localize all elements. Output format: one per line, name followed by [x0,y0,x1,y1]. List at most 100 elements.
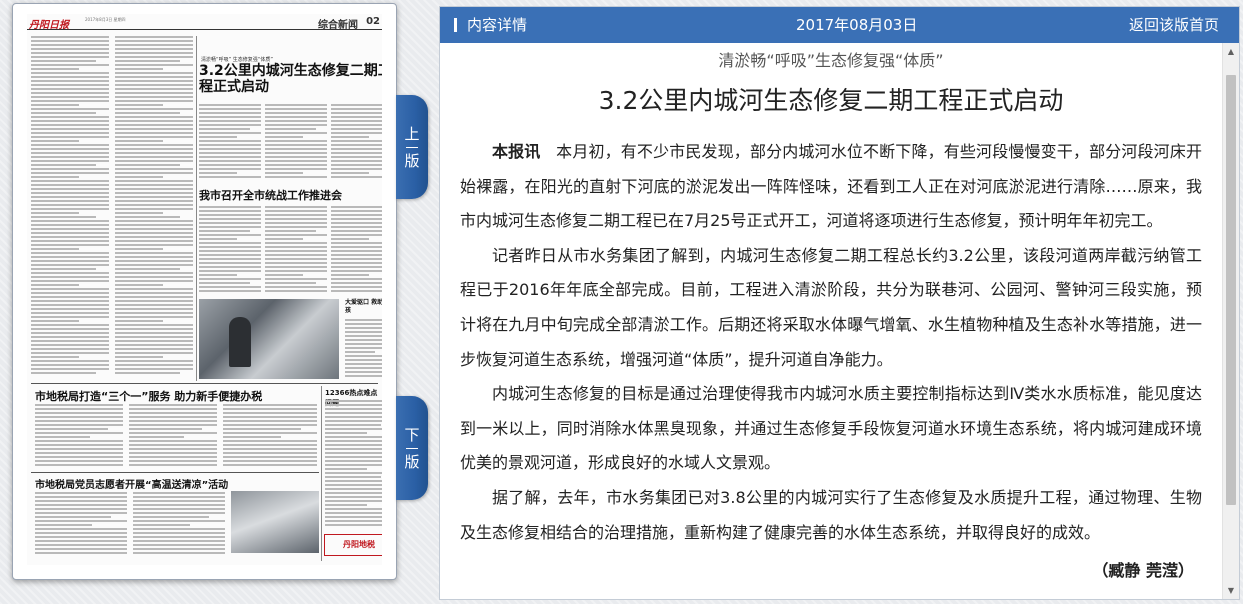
newspaper-text-line [199,218,261,220]
newspaper-text-line [31,80,109,82]
newspaper-text-line [223,464,317,466]
newspaper-text-line [133,528,225,530]
newspaper-text-line [31,232,109,234]
newspaper-headline[interactable]: 3.2公里内城河生态修复二期工程正式启动 [199,63,382,95]
newspaper-text-line [31,104,80,106]
issue-date: 2017年08月03日 [796,16,918,34]
newspaper-text-line [265,286,327,288]
newspaper-text-line [129,404,217,406]
newspaper-text-line [31,240,109,242]
header-bar-icon [454,18,457,32]
newspaper-text-line [115,80,193,82]
newspaper-text-line [31,164,96,166]
newspaper-text-line [331,206,382,208]
newspaper-text-line [331,226,382,228]
newspaper-text-line [115,320,164,322]
newspaper-text-line [31,244,109,246]
newspaper-text-line [133,552,225,554]
newspaper-text-line [115,248,164,250]
newspaper-text-line [129,452,217,454]
newspaper-text-line [115,360,193,362]
newspaper-text-line [325,448,382,450]
newspaper-text-line [31,316,109,318]
newspaper-text-line [31,196,109,198]
newspaper-text-line [129,428,203,430]
newspaper-text-line [133,524,191,526]
newspaper-text-line [331,218,382,220]
newspaper-text-line [331,254,382,256]
newspaper-text-line [325,444,382,446]
newspaper-text-line [265,108,327,110]
newspaper-text-line [115,116,193,118]
newspaper-photo [199,299,339,379]
newspaper-headline-2[interactable]: 我市召开全市统战工作推进会 [199,187,342,203]
article-scrollbar[interactable]: ▲ ▼ [1222,43,1239,599]
newspaper-text-line [115,344,193,346]
newspaper-text-line [325,500,382,502]
newspaper-text-line [31,324,109,326]
newspaper-text-line [31,276,109,278]
newspaper-text-line [115,156,193,158]
column-divider [321,386,322,561]
newspaper-text-line [31,172,109,174]
newspaper-text-line [115,212,164,214]
newspaper-text-line [265,270,327,272]
newspaper-text-line [325,504,368,506]
scroll-up-arrow-icon[interactable]: ▲ [1223,43,1239,60]
newspaper-text-line [35,500,127,502]
newspaper-text-line [331,262,382,264]
newspaper-text-line [31,212,80,214]
previous-page-label: 上 [404,124,420,143]
newspaper-text-line [31,256,109,258]
newspaper-text-line [35,440,123,442]
newspaper-text-line [35,416,123,418]
newspaper-text-line [265,210,327,212]
newspaper-text-line [31,312,109,314]
newspaper-text-line [31,68,80,70]
next-page-tab[interactable]: 下 版 [396,396,428,500]
newspaper-headline-4[interactable]: 市地税局党员志愿者开展“高温送清凉”活动 [35,476,228,491]
newspaper-text-line [31,284,80,286]
newspaper-text-line [35,540,127,542]
newspaper-text-line [325,464,382,466]
newspaper-text-line [331,164,382,166]
newspaper-text-line [31,160,109,162]
newspaper-text-line [331,168,382,170]
newspaper-text-line [325,452,382,454]
newspaper-text-line [265,156,327,158]
newspaper-text-line [265,226,327,228]
scroll-down-arrow-icon[interactable]: ▼ [1223,582,1239,599]
newspaper-text-line [115,372,180,374]
scrollbar-thumb[interactable] [1226,75,1236,505]
newspaper-column [345,319,382,379]
previous-page-label: 版 [404,151,420,170]
newspaper-column [35,492,127,558]
newspaper-text-line [133,548,225,550]
newspaper-headline-3[interactable]: 市地税局打造“三个一”服务 助力新手便捷办税 [35,388,262,404]
newspaper-ad: 丹阳地税 [324,534,382,556]
newspaper-text-line [345,347,382,349]
newspaper-text-line [31,188,109,190]
newspaper-text-line [345,327,382,329]
back-to-page-link[interactable]: 返回该版首页 [1129,7,1219,43]
newspaper-text-line [35,504,127,506]
newspaper-text-line [199,152,261,154]
newspaper-text-line [31,40,109,42]
newspaper-text-line [35,492,127,494]
newspaper-text-line [345,331,382,333]
newspaper-text-line [115,240,193,242]
newspaper-text-line [31,64,109,66]
newspaper-text-line [331,156,382,158]
newspaper-text-line [31,268,96,270]
newspaper-text-line [35,432,123,434]
next-page-label: 版 [404,452,420,471]
previous-page-tab[interactable]: 上 版 [396,95,428,199]
newspaper-text-line [115,228,193,230]
article-header: 内容详情 2017年08月03日 返回该版首页 [440,7,1239,43]
newspaper-text-line [325,488,382,490]
newspaper-page[interactable]: 丹阳日报 2017年8月3日 星期四 综合新闻 02 清淤畅“呼吸” 生态修复强… [27,14,382,565]
newspaper-text-line [129,412,217,414]
content-detail-label: 内容详情 [454,7,527,43]
newspaper-text-line [129,460,217,462]
newspaper-text-line [325,456,382,458]
